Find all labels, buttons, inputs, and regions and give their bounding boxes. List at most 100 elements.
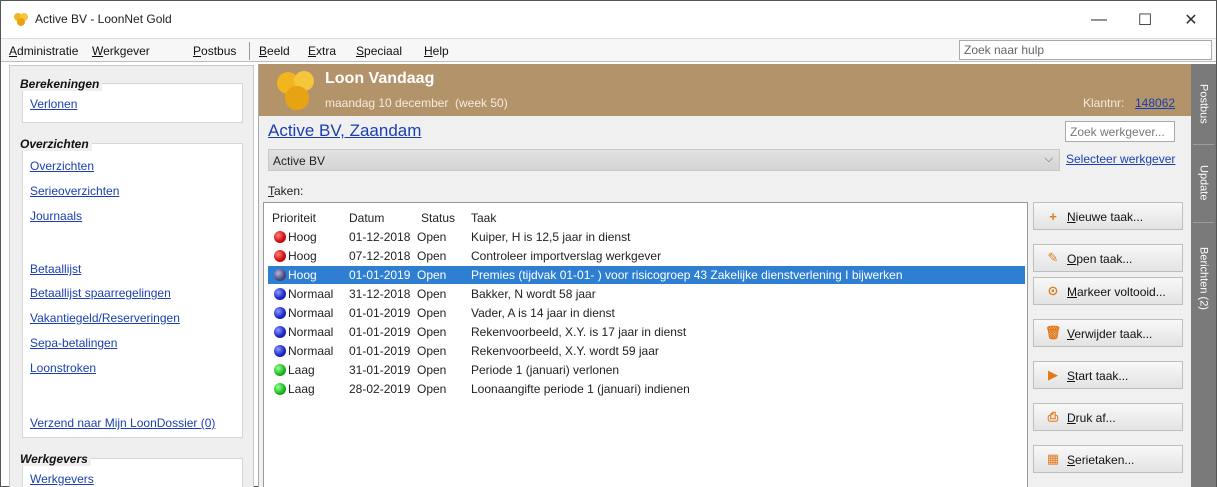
task-priority: Hoog: [288, 249, 317, 263]
task-row[interactable]: Hoog 01-12-2018 Open Kuiper, H is 12,5 jaar…: [268, 228, 1025, 246]
tab-postbus-label: Postbus: [1197, 84, 1210, 124]
task-status: Open: [417, 344, 447, 358]
employer-select[interactable]: Active BV ⌵: [268, 149, 1060, 171]
menu-extra[interactable]: Extra: [308, 44, 336, 58]
column-header-datum[interactable]: Datum: [349, 211, 384, 225]
nieuwe-taak-button[interactable]: + Nieuwe taak...: [1033, 202, 1183, 230]
priority-blue-icon: [274, 345, 286, 357]
task-date: 31-01-2019: [349, 363, 411, 377]
priority-red-icon: [274, 231, 286, 243]
task-row[interactable]: Hoog 01-01-2019 Open Premies (tijdvak 01-01…: [268, 266, 1025, 284]
task-description: Periode 1 (januari) verlonen: [471, 363, 620, 377]
link-journaals[interactable]: Journaals: [30, 209, 82, 223]
task-row[interactable]: Normaal 31-12-2018 Open Bakker, N wordt 58 …: [268, 285, 1025, 303]
close-button[interactable]: ✕: [1168, 7, 1214, 33]
tab-berichten[interactable]: Berichten (2): [1191, 222, 1216, 334]
task-date: 01-12-2018: [349, 230, 411, 244]
klantnr-link[interactable]: 148062: [1135, 96, 1175, 110]
task-description: Rekenvoorbeeld, X.Y. is 17 jaar in diens…: [471, 325, 687, 339]
task-list[interactable]: Prioriteit Datum Status Taak Hoog 01-12-2…: [263, 202, 1028, 487]
link-serieoverzichten[interactable]: Serieoverzichten: [30, 184, 119, 198]
title-bar: Active BV - LoonNet Gold — ☐ ✕: [1, 1, 1216, 37]
serietaken-button[interactable]: ▦ Serietaken...: [1033, 445, 1183, 473]
menu-bar: Administratie Werkgever Postbus Beeld Ex…: [1, 38, 1216, 62]
help-search-input[interactable]: Zoek naar hulp: [959, 40, 1212, 60]
klantnr-label: Klantnr:: [1083, 96, 1125, 110]
employer-select-value: Active BV: [273, 154, 326, 168]
loonnet-logo-icon: [14, 13, 28, 26]
task-date: 01-01-2019: [349, 344, 411, 358]
calendar-icon: ▦: [1046, 451, 1060, 466]
edit-icon: ✎: [1047, 250, 1059, 265]
tab-postbus[interactable]: Postbus: [1191, 64, 1216, 144]
loonnet-banner-logo-icon: [277, 71, 314, 110]
app-window: Active BV - LoonNet Gold — ☐ ✕ Administr…: [0, 0, 1217, 487]
open-taak-button[interactable]: ✎ Open taak...: [1033, 244, 1183, 272]
column-header-prioriteit[interactable]: Prioriteit: [272, 211, 316, 225]
task-row[interactable]: Laag 31-01-2019 Open Periode 1 (januari) ve…: [268, 361, 1025, 379]
menu-administratie[interactable]: Administratie: [9, 44, 78, 58]
maximize-button[interactable]: ☐: [1122, 7, 1168, 33]
task-priority: Hoog: [288, 230, 317, 244]
task-row[interactable]: Laag 28-02-2019 Open Loonaangifte periode 1…: [268, 380, 1025, 398]
menu-speciaal[interactable]: Speciaal: [356, 44, 402, 58]
menu-help[interactable]: Help: [424, 44, 449, 58]
tab-update[interactable]: Update: [1191, 144, 1216, 222]
task-row[interactable]: Hoog 07-12-2018 Open Controleer importversl…: [268, 247, 1025, 265]
task-status: Open: [417, 230, 447, 244]
menu-postbus[interactable]: Postbus: [193, 44, 236, 58]
priority-green-icon: [274, 364, 286, 376]
menu-beeld[interactable]: Beeld: [259, 44, 290, 58]
link-betaallijst-spaarregelingen[interactable]: Betaallijst spaarregelingen: [30, 286, 171, 300]
link-werkgevers[interactable]: Werkgevers: [30, 472, 94, 486]
task-row[interactable]: Normaal 01-01-2019 Open Rekenvoorbeeld, X.Y…: [268, 323, 1025, 341]
druk-af-label: Druk af...: [1067, 411, 1116, 425]
link-sepa-betalingen[interactable]: Sepa-betalingen: [30, 336, 117, 350]
link-verzend-mijn-loondossier[interactable]: Verzend naar Mijn LoonDossier (0): [30, 416, 215, 430]
banner-date: maandag 10 december: [325, 96, 449, 110]
task-status: Open: [417, 268, 447, 282]
menu-werkgever[interactable]: Werkgever: [92, 44, 150, 58]
markeer-voltooid-label: Markeer voltooid...: [1067, 285, 1166, 299]
task-row[interactable]: Normaal 01-01-2019 Open Rekenvoorbeeld, X.Y…: [268, 342, 1025, 360]
column-header-taak[interactable]: Taak: [471, 211, 496, 225]
task-description: Rekenvoorbeeld, X.Y. wordt 59 jaar: [471, 344, 659, 358]
markeer-voltooid-button[interactable]: ⊙ Markeer voltooid...: [1033, 277, 1183, 305]
priority-blue-icon: [274, 307, 286, 319]
druk-af-button[interactable]: ⎙ Druk af...: [1033, 403, 1183, 431]
serietaken-label: Serietaken...: [1067, 453, 1135, 467]
task-status: Open: [417, 325, 447, 339]
task-status: Open: [417, 287, 447, 301]
verwijder-taak-button[interactable]: 🗑 Verwijder taak...: [1033, 319, 1183, 347]
task-description: Bakker, N wordt 58 jaar: [471, 287, 596, 301]
task-date: 01-01-2019: [349, 306, 411, 320]
employer-title-link[interactable]: Active BV, Zaandam: [268, 121, 421, 141]
priority-red-icon: [274, 250, 286, 262]
priority-green-icon: [274, 383, 286, 395]
task-priority: Normaal: [288, 325, 334, 339]
start-taak-button[interactable]: ▶ Start taak...: [1033, 361, 1183, 389]
employer-search-input[interactable]: Zoek werkgever...: [1065, 121, 1175, 142]
link-verlonen[interactable]: Verlonen: [30, 97, 77, 111]
column-header-status[interactable]: Status: [421, 211, 455, 225]
trash-icon: 🗑: [1044, 325, 1062, 340]
task-date: 28-02-2019: [349, 382, 411, 396]
tab-berichten-label: Berichten (2): [1197, 246, 1210, 310]
link-loonstroken[interactable]: Loonstroken: [30, 361, 96, 375]
plus-icon: +: [1049, 208, 1057, 224]
link-vakantiegeld-reserveringen[interactable]: Vakantiegeld/Reserveringen: [30, 311, 180, 325]
tab-update-label: Update: [1197, 165, 1210, 201]
link-overzichten[interactable]: Overzichten: [30, 159, 94, 173]
minimize-button[interactable]: —: [1076, 7, 1122, 33]
task-row[interactable]: Normaal 01-01-2019 Open Vader, A is 14 jaar…: [268, 304, 1025, 322]
select-employer-link[interactable]: Selecteer werkgever: [1066, 152, 1175, 166]
tasks-label: Taken:: [268, 184, 304, 198]
main-content: Loon Vandaag maandag 10 december (week 5…: [258, 64, 1192, 487]
link-betaallijst[interactable]: Betaallijst: [30, 262, 81, 276]
verwijder-taak-label: Verwijder taak...: [1067, 327, 1153, 341]
task-date: 07-12-2018: [349, 249, 411, 263]
task-date: 01-01-2019: [349, 325, 411, 339]
today-banner: Loon Vandaag maandag 10 december (week 5…: [259, 64, 1192, 116]
chevron-down-icon: ⌵: [1044, 153, 1053, 165]
task-priority: Normaal: [288, 306, 334, 320]
